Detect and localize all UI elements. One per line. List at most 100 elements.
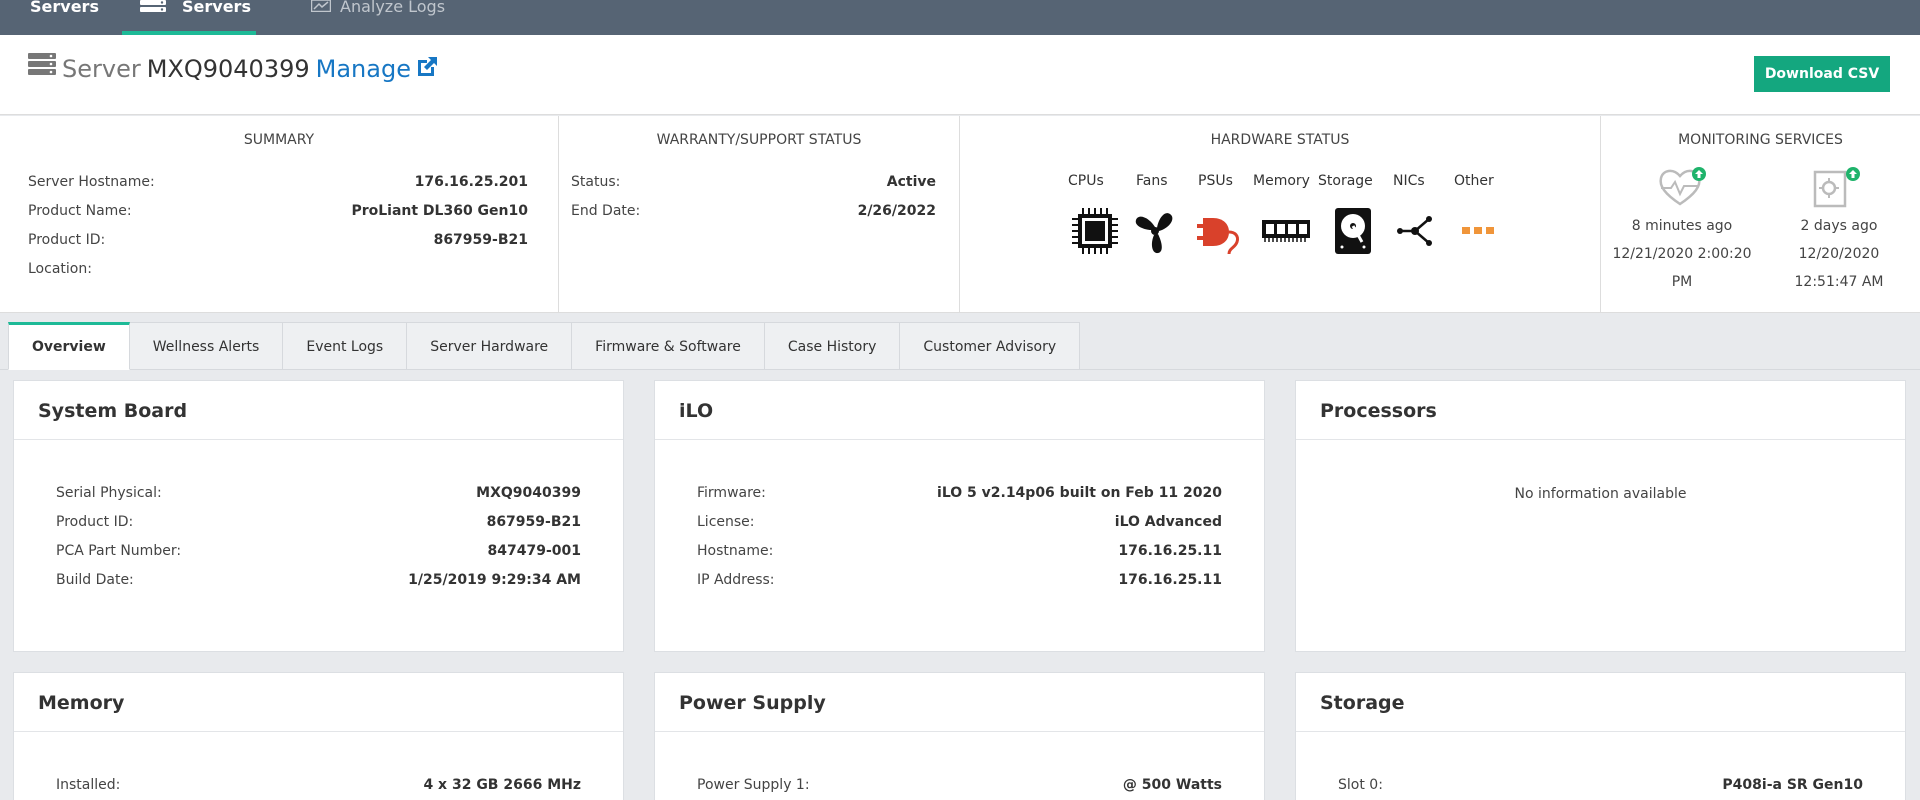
fan-icon[interactable] bbox=[1130, 206, 1180, 256]
health-heart-icon[interactable] bbox=[1657, 166, 1707, 208]
card-row: Slot 0: P408i-a SR Gen10 bbox=[1338, 777, 1863, 797]
hw-label-other: Other bbox=[1454, 173, 1494, 189]
nav-tab-analyze-logs[interactable]: Analyze Logs bbox=[306, 0, 476, 35]
service-ago: 8 minutes ago bbox=[1631, 218, 1733, 234]
nav-tab-servers[interactable]: Servers bbox=[122, 0, 256, 35]
row-value: 176.16.25.11 bbox=[1118, 543, 1222, 559]
detail-tabs: Overview Wellness Alerts Event Logs Serv… bbox=[8, 322, 1081, 370]
card-title: iLO bbox=[655, 381, 1264, 440]
row-label: Installed: bbox=[56, 777, 121, 793]
tab-firmware-software[interactable]: Firmware & Software bbox=[572, 322, 765, 370]
card-title: System Board bbox=[14, 381, 623, 440]
row-label: Hostname: bbox=[697, 543, 774, 559]
page-header: Server MXQ9040399 Manage Download CSV bbox=[0, 35, 1920, 115]
row-value: 176.16.25.201 bbox=[414, 174, 528, 190]
nav-tab-servers-root[interactable]: Servers bbox=[30, 0, 120, 35]
monitoring-heading: MONITORING SERVICES bbox=[1678, 132, 1843, 148]
title-label: Server bbox=[62, 55, 141, 83]
summary-panel: SUMMARY Server Hostname: 176.16.25.201 Pr… bbox=[0, 116, 559, 313]
row-label: IP Address: bbox=[697, 572, 775, 588]
monitoring-panel: MONITORING SERVICES 8 minutes ago 12/21/… bbox=[1601, 116, 1920, 313]
monitoring-service-2: 2 days ago 12/20/2020 12:51:47 AM bbox=[1759, 212, 1919, 296]
tab-server-hardware[interactable]: Server Hardware bbox=[407, 322, 573, 370]
row-label: Status: bbox=[571, 174, 621, 190]
hw-label-fans: Fans bbox=[1136, 173, 1168, 189]
service-date: 12/20/2020 bbox=[1798, 246, 1880, 262]
server-id: MXQ9040399 bbox=[146, 55, 310, 83]
card-row: License: iLO Advanced bbox=[697, 514, 1222, 534]
row-label: Product ID: bbox=[56, 514, 134, 530]
row-label: Power Supply 1: bbox=[697, 777, 810, 793]
row-label: Server Hostname: bbox=[28, 174, 155, 190]
other-dots-icon[interactable] bbox=[1460, 206, 1496, 256]
card-row: Installed: 4 x 32 GB 2666 MHz bbox=[56, 777, 581, 797]
nav-tab-label: Servers bbox=[30, 0, 99, 16]
summary-heading: SUMMARY bbox=[243, 132, 315, 148]
summary-row: Product Name: ProLiant DL360 Gen10 bbox=[28, 203, 528, 223]
service-ago: 2 days ago bbox=[1800, 218, 1878, 234]
card-row: Power Supply 1: @ 500 Watts bbox=[697, 777, 1222, 797]
hw-label-memory: Memory bbox=[1253, 173, 1310, 189]
server-stack-icon bbox=[28, 53, 56, 75]
summary-row: Location: bbox=[28, 261, 528, 281]
hw-label-nics: NICs bbox=[1393, 173, 1425, 189]
storage-card: Storage Slot 0: P408i-a SR Gen10 bbox=[1295, 672, 1906, 800]
row-value: 867959-B21 bbox=[486, 514, 581, 530]
row-value: 176.16.25.11 bbox=[1118, 572, 1222, 588]
card-row: Firmware: iLO 5 v2.14p06 built on Feb 11 … bbox=[697, 485, 1222, 505]
row-value: @ 500 Watts bbox=[1122, 777, 1222, 793]
monitoring-service-1: 8 minutes ago 12/21/2020 2:00:20 PM bbox=[1601, 212, 1763, 296]
warranty-heading: WARRANTY/SUPPORT STATUS bbox=[656, 132, 862, 148]
hardware-panel: HARDWARE STATUS CPUs Fans PSUs Memory St… bbox=[960, 116, 1601, 313]
service-time: PM bbox=[1671, 274, 1693, 290]
row-label: Product Name: bbox=[28, 203, 132, 219]
hw-label-cpus: CPUs bbox=[1068, 173, 1104, 189]
row-value: 4 x 32 GB 2666 MHz bbox=[423, 777, 581, 793]
info-bar: SUMMARY Server Hostname: 176.16.25.201 Pr… bbox=[0, 116, 1920, 313]
card-row: Serial Physical: MXQ9040399 bbox=[56, 485, 581, 505]
tab-customer-advisory[interactable]: Customer Advisory bbox=[900, 322, 1081, 370]
nav-tab-label: Analyze Logs bbox=[340, 0, 446, 16]
tab-case-history[interactable]: Case History bbox=[764, 322, 901, 370]
memory-icon[interactable] bbox=[1260, 206, 1312, 256]
manage-link[interactable]: Manage bbox=[316, 55, 411, 83]
hard-drive-icon[interactable] bbox=[1332, 206, 1374, 256]
processors-card: Processors No information available bbox=[1295, 380, 1906, 652]
row-label: Build Date: bbox=[56, 572, 134, 588]
tab-overview[interactable]: Overview bbox=[8, 322, 130, 370]
row-value: Active bbox=[886, 174, 936, 190]
chart-icon bbox=[311, 0, 331, 12]
row-value: P408i-a SR Gen10 bbox=[1722, 777, 1863, 793]
card-title: Memory bbox=[14, 673, 623, 732]
row-value: iLO Advanced bbox=[1114, 514, 1222, 530]
tab-event-logs[interactable]: Event Logs bbox=[283, 322, 408, 370]
psu-plug-icon[interactable] bbox=[1195, 206, 1245, 256]
nav-tab-label: Servers bbox=[182, 0, 251, 16]
download-csv-button[interactable]: Download CSV bbox=[1754, 56, 1890, 92]
row-label: License: bbox=[697, 514, 755, 530]
card-row: Hostname: 176.16.25.11 bbox=[697, 543, 1222, 563]
row-label: Slot 0: bbox=[1338, 777, 1383, 793]
warranty-row: End Date: 2/26/2022 bbox=[571, 203, 936, 223]
row-value: 847479-001 bbox=[487, 543, 581, 559]
settings-doc-icon[interactable] bbox=[1811, 166, 1863, 208]
tab-wellness-alerts[interactable]: Wellness Alerts bbox=[129, 322, 284, 370]
card-title: Power Supply bbox=[655, 673, 1264, 732]
empty-message: No information available bbox=[1514, 486, 1687, 502]
summary-row: Server Hostname: 176.16.25.201 bbox=[28, 174, 528, 194]
card-row: Build Date: 1/25/2019 9:29:34 AM bbox=[56, 572, 581, 592]
top-nav: Servers Servers Analyze Logs bbox=[0, 0, 1920, 35]
row-value: ProLiant DL360 Gen10 bbox=[351, 203, 528, 219]
service-time: 12:51:47 AM bbox=[1794, 274, 1884, 290]
card-title: Storage bbox=[1296, 673, 1905, 732]
network-icon[interactable] bbox=[1395, 206, 1435, 256]
row-label: End Date: bbox=[571, 203, 641, 219]
hw-label-psus: PSUs bbox=[1198, 173, 1233, 189]
row-value: 2/26/2022 bbox=[857, 203, 936, 219]
row-value: iLO 5 v2.14p06 built on Feb 11 2020 bbox=[937, 485, 1222, 501]
page-title: Server MXQ9040399 Manage bbox=[28, 53, 439, 83]
server-icon bbox=[140, 0, 166, 12]
cpu-icon[interactable] bbox=[1070, 206, 1120, 256]
external-link-icon[interactable] bbox=[415, 55, 439, 79]
card-row: PCA Part Number: 847479-001 bbox=[56, 543, 581, 563]
